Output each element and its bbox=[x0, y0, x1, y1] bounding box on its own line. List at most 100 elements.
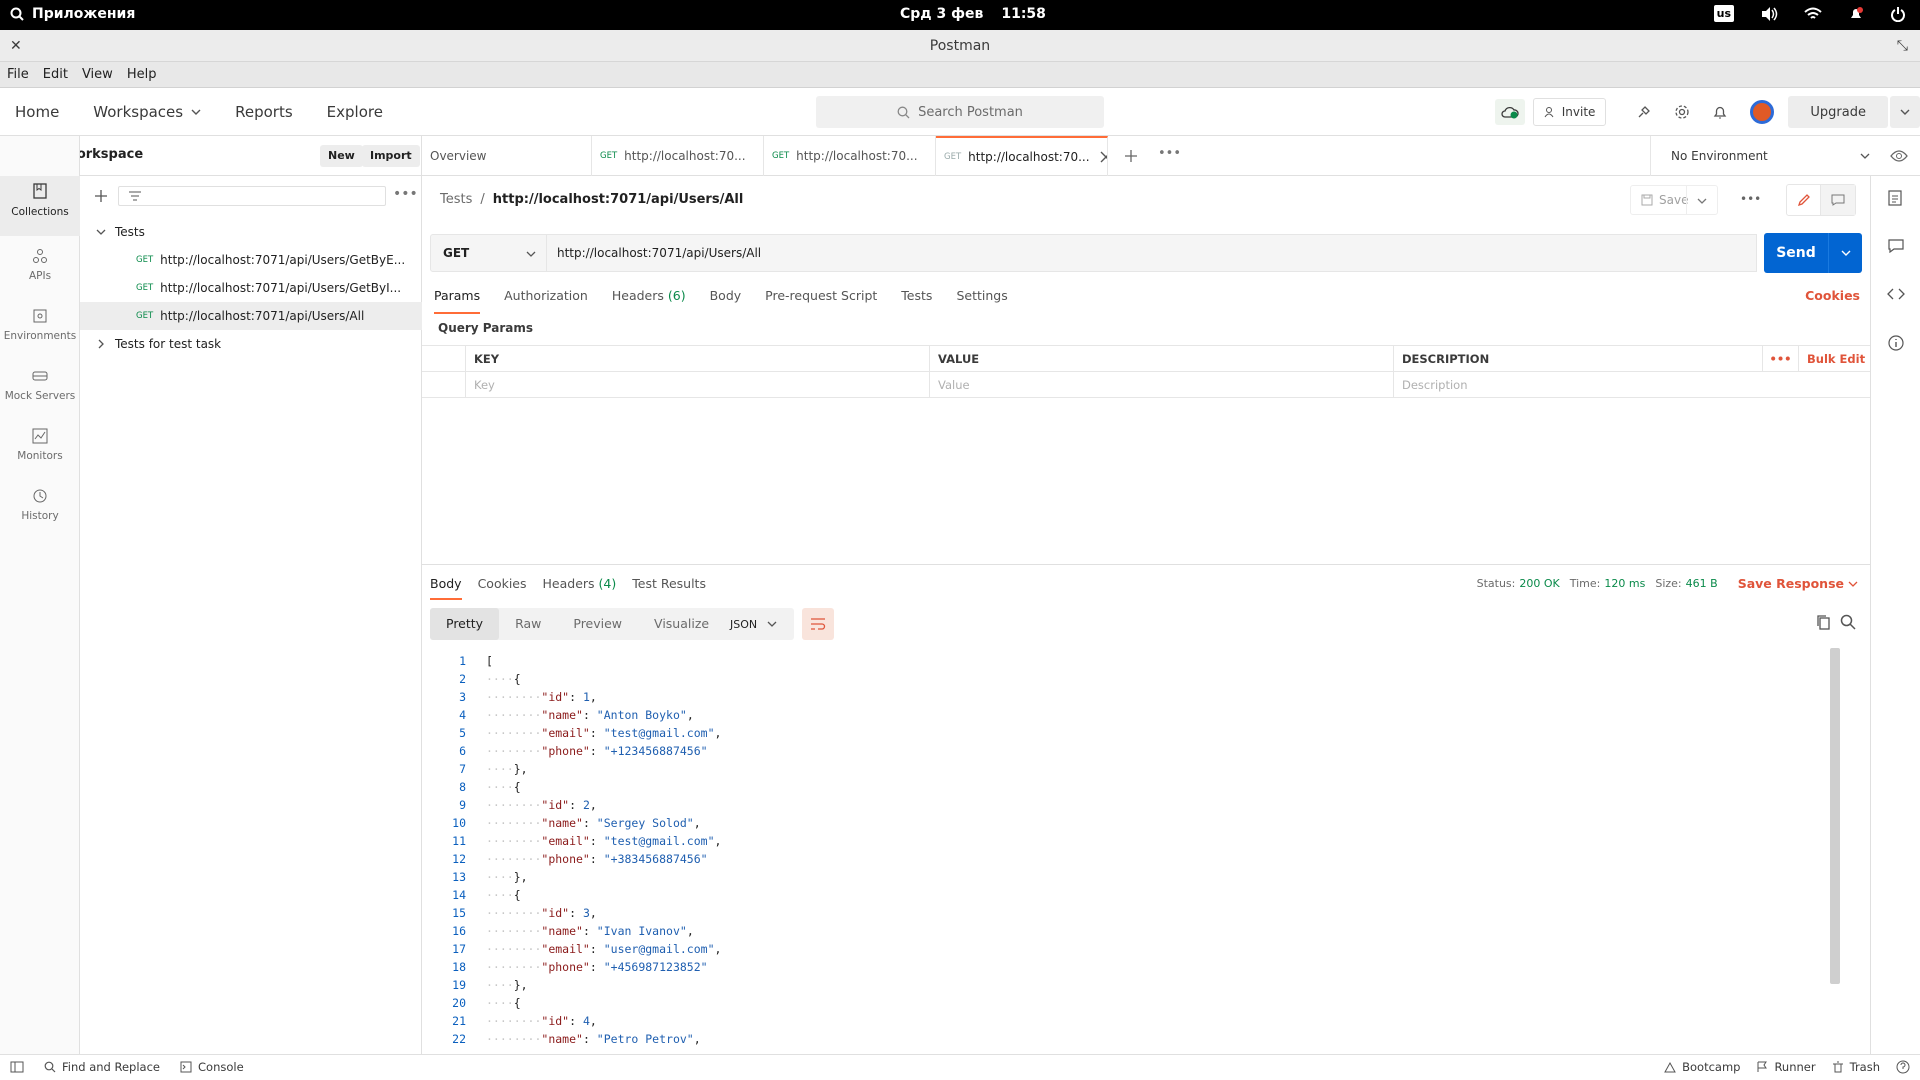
upgrade-dropdown-button[interactable] bbox=[1890, 96, 1920, 128]
view-visualize[interactable]: Visualize bbox=[638, 608, 725, 640]
invite-button[interactable]: Invite bbox=[1532, 98, 1607, 126]
tab-headers[interactable]: Headers (6) bbox=[612, 288, 686, 314]
format-select[interactable]: JSON bbox=[718, 608, 794, 640]
scrollbar[interactable] bbox=[1830, 648, 1840, 984]
comment-mode-button[interactable] bbox=[1821, 185, 1855, 215]
description-input[interactable]: Description bbox=[1394, 371, 1870, 398]
view-pretty[interactable]: Pretty bbox=[430, 608, 500, 640]
restore-window-button[interactable]: ⤡ bbox=[1897, 30, 1908, 62]
edit-mode-button[interactable] bbox=[1787, 185, 1821, 215]
search-postman-input[interactable]: Search Postman bbox=[816, 96, 1104, 128]
save-button[interactable]: Save bbox=[1630, 185, 1718, 215]
menu-view[interactable]: View bbox=[82, 62, 113, 87]
keyboard-layout[interactable]: us bbox=[1713, 5, 1734, 22]
rail-mock-servers[interactable]: Mock Servers bbox=[0, 362, 80, 418]
console-button[interactable]: Console bbox=[180, 1060, 244, 1074]
res-tab-cookies[interactable]: Cookies bbox=[478, 576, 527, 600]
filter-collections-input[interactable] bbox=[118, 186, 386, 206]
tab-body[interactable]: Body bbox=[710, 288, 742, 314]
send-dropdown-button[interactable] bbox=[1828, 233, 1862, 273]
notifications-icon[interactable] bbox=[1848, 6, 1864, 22]
search-response-icon[interactable] bbox=[1840, 614, 1856, 630]
tab-prerequest-script[interactable]: Pre-request Script bbox=[765, 288, 877, 314]
tab-params[interactable]: Params bbox=[434, 288, 481, 314]
breadcrumb-parent[interactable]: Tests bbox=[440, 192, 472, 207]
tab-settings[interactable]: Settings bbox=[956, 288, 1007, 314]
code-icon[interactable] bbox=[1887, 288, 1905, 300]
power-icon[interactable] bbox=[1890, 6, 1906, 22]
menu-file[interactable]: File bbox=[7, 62, 29, 87]
wifi-icon[interactable] bbox=[1804, 7, 1822, 21]
table-more-icon[interactable]: ••• bbox=[1763, 345, 1799, 372]
rail-collections[interactable]: Collections bbox=[0, 176, 80, 236]
chevron-down-icon[interactable] bbox=[1697, 198, 1707, 204]
nav-home[interactable]: Home bbox=[15, 103, 59, 121]
trash-button[interactable]: Trash bbox=[1832, 1060, 1880, 1074]
more-tabs-icon[interactable]: ••• bbox=[1158, 146, 1181, 161]
rail-apis[interactable]: APIs bbox=[0, 242, 80, 298]
rail-history[interactable]: History bbox=[0, 482, 80, 538]
applications-menu[interactable]: Приложения bbox=[10, 6, 135, 22]
view-raw[interactable]: Raw bbox=[499, 608, 557, 640]
save-response-button[interactable]: Save Response bbox=[1738, 576, 1858, 591]
rail-environments[interactable]: Environments bbox=[0, 302, 80, 358]
view-preview[interactable]: Preview bbox=[557, 608, 638, 640]
tab-overview[interactable]: Overview bbox=[422, 136, 592, 176]
sidebar-toggle-icon[interactable] bbox=[10, 1061, 24, 1073]
sync-status-button[interactable] bbox=[1494, 99, 1525, 125]
rail-monitors[interactable]: Monitors bbox=[0, 422, 80, 478]
environment-select[interactable]: No Environment bbox=[1650, 136, 1890, 176]
cookies-link[interactable]: Cookies bbox=[1805, 288, 1860, 303]
nav-workspaces[interactable]: Workspaces bbox=[93, 103, 201, 121]
bootcamp-button[interactable]: Bootcamp bbox=[1664, 1060, 1740, 1074]
find-and-replace-button[interactable]: Find and Replace bbox=[44, 1060, 160, 1074]
new-tab-plus-icon[interactable] bbox=[1124, 149, 1138, 163]
send-button[interactable]: Send bbox=[1764, 233, 1828, 273]
import-button[interactable]: Import bbox=[362, 145, 420, 167]
settings-gear-icon[interactable] bbox=[1674, 104, 1690, 120]
more-actions-icon[interactable]: ••• bbox=[1740, 192, 1761, 206]
tab-authorization[interactable]: Authorization bbox=[504, 288, 588, 314]
new-button[interactable]: New bbox=[320, 145, 363, 167]
help-icon[interactable] bbox=[1896, 1060, 1910, 1074]
nav-explore[interactable]: Explore bbox=[327, 103, 383, 121]
bulk-edit-button[interactable]: Bulk Edit bbox=[1799, 345, 1870, 372]
plus-icon[interactable] bbox=[94, 189, 108, 203]
more-options-icon[interactable]: ••• bbox=[393, 186, 418, 202]
key-input[interactable]: Key bbox=[466, 371, 930, 398]
close-tab-icon[interactable] bbox=[1100, 151, 1107, 163]
copy-icon[interactable] bbox=[1816, 614, 1830, 630]
method-select[interactable]: GET bbox=[430, 234, 547, 272]
info-icon[interactable] bbox=[1888, 335, 1904, 351]
breadcrumb-current[interactable]: http://localhost:7071/api/Users/All bbox=[493, 192, 744, 207]
user-avatar[interactable] bbox=[1750, 100, 1775, 124]
res-tab-test-results[interactable]: Test Results bbox=[632, 576, 706, 600]
res-tab-headers[interactable]: Headers (4) bbox=[543, 576, 617, 600]
wrap-lines-button[interactable] bbox=[802, 608, 834, 640]
documentation-icon[interactable] bbox=[1888, 190, 1902, 206]
nav-reports[interactable]: Reports bbox=[235, 103, 293, 121]
request-item[interactable]: GET http://localhost:7071/api/Users/GetB… bbox=[80, 274, 422, 302]
tab-request[interactable]: GET http://localhost:70... bbox=[592, 136, 764, 176]
clock[interactable]: Срд 3 фев 11:58 bbox=[900, 6, 1046, 22]
response-divider[interactable] bbox=[422, 564, 1870, 565]
time-value[interactable]: 120 ms bbox=[1604, 577, 1645, 590]
close-window-button[interactable]: ✕ bbox=[10, 30, 22, 62]
runner-button[interactable]: Runner bbox=[1756, 1060, 1816, 1074]
request-item[interactable]: GET http://localhost:7071/api/Users/GetB… bbox=[80, 246, 422, 274]
tab-tests[interactable]: Tests bbox=[901, 288, 932, 314]
eye-icon[interactable] bbox=[1890, 149, 1908, 163]
status-value[interactable]: 200 OK bbox=[1519, 577, 1559, 590]
folder-tests-for-test-task[interactable]: Tests for test task bbox=[80, 330, 422, 358]
value-input[interactable]: Value bbox=[930, 371, 1394, 398]
upgrade-button[interactable]: Upgrade bbox=[1788, 96, 1888, 128]
folder-tests[interactable]: Tests bbox=[80, 218, 422, 246]
res-tab-body[interactable]: Body bbox=[430, 576, 462, 600]
volume-icon[interactable] bbox=[1760, 6, 1778, 22]
menu-help[interactable]: Help bbox=[127, 62, 157, 87]
size-value[interactable]: 461 B bbox=[1686, 577, 1718, 590]
tab-request-active[interactable]: GET http://localhost:70... bbox=[936, 136, 1108, 176]
response-body-code[interactable]: 1 [2 ····{3 ········"id": 1, 4 ········"name"… bbox=[422, 648, 1852, 1048]
request-item-selected[interactable]: GET http://localhost:7071/api/Users/All bbox=[80, 302, 422, 330]
url-input[interactable]: http://localhost:7071/api/Users/All bbox=[547, 234, 1757, 272]
